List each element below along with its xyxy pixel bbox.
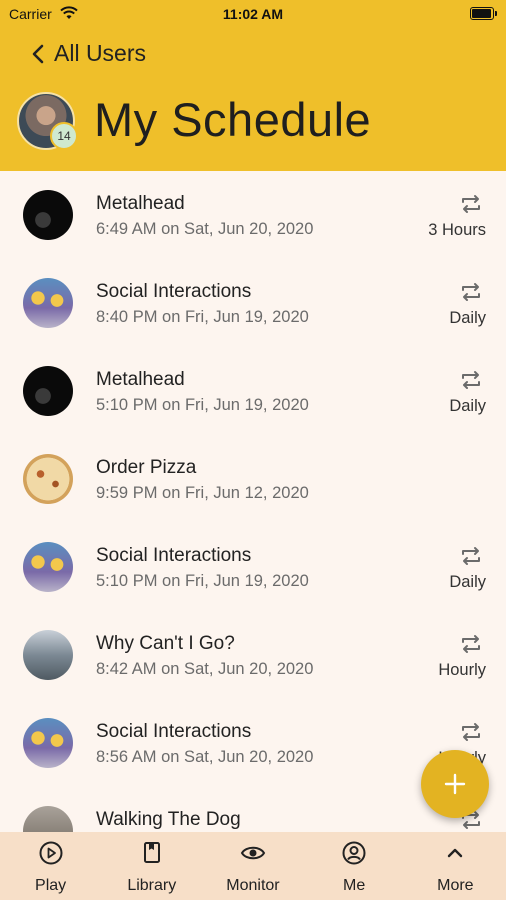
schedule-item[interactable]: Order Pizza 9:59 PM on Fri, Jun 12, 2020 — [0, 435, 506, 523]
tab-label: More — [437, 877, 474, 894]
tab-bar: Play Library Monitor Me More — [0, 832, 506, 900]
tab-library[interactable]: Library — [101, 832, 202, 900]
tab-label: Monitor — [226, 877, 280, 894]
schedule-thumbnail — [23, 630, 73, 680]
schedule-name: Order Pizza — [96, 457, 197, 478]
schedule-thumbnail — [23, 278, 73, 328]
schedule-name: Social Interactions — [96, 545, 252, 566]
person-icon — [342, 841, 366, 865]
add-button[interactable] — [421, 750, 489, 818]
tab-label: Play — [35, 877, 67, 894]
back-label: All Users — [54, 40, 147, 66]
tab-label: Me — [343, 877, 366, 894]
back-button[interactable]: All Users — [28, 40, 146, 67]
repeat-icon — [462, 371, 480, 389]
repeat-icon — [462, 547, 480, 565]
schedule-thumbnail — [23, 366, 73, 416]
tab-me[interactable]: Me — [304, 832, 405, 900]
schedule-item[interactable]: Social Interactions 5:10 PM on Fri, Jun 1… — [0, 523, 506, 611]
schedule-time: 5:10 PM on Fri, Jun 19, 2020 — [96, 396, 309, 414]
repeat-icon — [462, 283, 480, 301]
schedule-frequency: 3 Hours — [428, 221, 486, 239]
battery-icon — [470, 7, 497, 20]
play-icon — [39, 841, 63, 865]
eye-icon — [240, 846, 266, 860]
book-icon — [143, 842, 160, 863]
schedule-item[interactable]: Why Can't I Go? 8:42 AM on Sat, Jun 20, 2… — [0, 611, 506, 699]
schedule-name: Social Interactions — [96, 721, 252, 742]
schedule-frequency: Daily — [449, 573, 486, 591]
clock: 11:02 AM — [222, 6, 284, 22]
schedule-thumbnail — [23, 718, 73, 768]
schedule-thumbnail — [23, 454, 73, 504]
schedule-item[interactable]: Social Interactions 8:40 PM on Fri, Jun 1… — [0, 259, 506, 347]
status-bar: Carrier 11:02 AM — [0, 0, 506, 28]
schedule-time: 6:49 AM on Sat, Jun 20, 2020 — [96, 220, 314, 238]
schedule-time: 9:59 PM on Fri, Jun 12, 2020 — [96, 484, 309, 502]
page-title: My Schedule — [94, 93, 372, 146]
schedule-frequency: Daily — [449, 397, 486, 415]
schedule-time: 5:10 PM on Fri, Jun 19, 2020 — [96, 572, 309, 590]
schedule-frequency: Daily — [449, 309, 486, 327]
schedule-name: Walking The Dog — [96, 809, 241, 830]
repeat-icon — [462, 635, 480, 653]
schedule-name: Why Can't I Go? — [96, 633, 235, 654]
schedule-frequency: Hourly — [438, 661, 486, 679]
schedule-thumbnail — [23, 806, 73, 832]
chevron-up-icon — [448, 848, 463, 858]
schedule-name: Social Interactions — [96, 281, 252, 302]
tab-monitor[interactable]: Monitor — [202, 832, 303, 900]
tab-play[interactable]: Play — [0, 832, 101, 900]
tab-more[interactable]: More — [405, 832, 506, 900]
schedule-name: Metalhead — [96, 369, 185, 390]
repeat-icon — [462, 195, 480, 213]
schedule-thumbnail — [23, 542, 73, 592]
avatar-badge: 14 — [50, 122, 78, 150]
schedule-thumbnail — [23, 190, 73, 240]
schedule-item[interactable]: Metalhead 6:49 AM on Sat, Jun 20, 2020 3 H… — [0, 171, 506, 259]
schedule-time: 8:56 AM on Sat, Jun 20, 2020 — [96, 748, 314, 766]
tab-label: Library — [127, 877, 177, 894]
header: Carrier 11:02 AM All Users 14 My Schedul… — [0, 0, 506, 171]
schedule-list[interactable]: Metalhead 6:49 AM on Sat, Jun 20, 2020 3 H… — [0, 171, 506, 832]
schedule-time: 8:40 PM on Fri, Jun 19, 2020 — [96, 308, 309, 326]
plus-icon — [444, 773, 466, 795]
schedule-time: 8:42 AM on Sat, Jun 20, 2020 — [96, 660, 314, 678]
repeat-icon — [462, 723, 480, 741]
schedule-item[interactable]: Metalhead 5:10 PM on Fri, Jun 19, 2020 Dai… — [0, 347, 506, 435]
chevron-left-icon — [32, 44, 44, 63]
schedule-name: Metalhead — [96, 193, 185, 214]
